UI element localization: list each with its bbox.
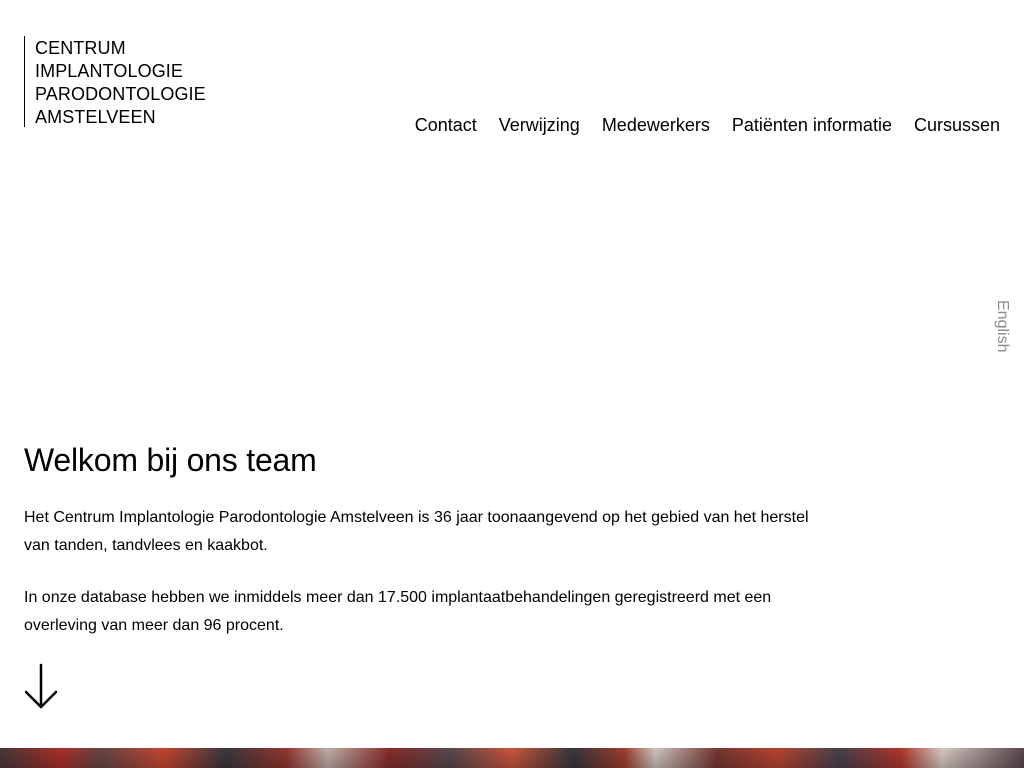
logo-line-4: AMSTELVEEN <box>35 107 156 127</box>
page-title: Welkom bij ons team <box>24 442 317 478</box>
main-navigation: Contact Verwijzing Medewerkers Patiënten… <box>415 115 1000 135</box>
hero-image <box>0 748 1024 768</box>
language-link-english[interactable]: English <box>990 300 1014 352</box>
arrow-down-icon[interactable] <box>22 662 62 710</box>
language-switcher: English <box>990 300 1014 356</box>
logo-line-3: PARODONTOLOGIE <box>35 84 206 104</box>
page: CENTRUM IMPLANTOLOGIE PARODONTOLOGIE AMS… <box>0 0 1024 768</box>
nav-item-contact[interactable]: Contact <box>415 115 477 135</box>
nav-item-cursussen[interactable]: Cursussen <box>914 115 1000 135</box>
logo-line-2: IMPLANTOLOGIE <box>35 61 184 81</box>
nav-item-patienten-informatie[interactable]: Patiënten informatie <box>732 115 892 135</box>
arrow-down-svg <box>24 663 58 709</box>
nav-item-medewerkers[interactable]: Medewerkers <box>602 115 710 135</box>
intro-paragraph-2: In onze database hebben we inmiddels mee… <box>24 589 772 634</box>
logo-line-1: CENTRUM <box>35 38 126 58</box>
intro-paragraph-1: Het Centrum Implantologie Parodontologie… <box>24 509 809 554</box>
site-logo[interactable]: CENTRUM IMPLANTOLOGIE PARODONTOLOGIE AMS… <box>24 36 206 127</box>
nav-item-verwijzing[interactable]: Verwijzing <box>499 115 580 135</box>
